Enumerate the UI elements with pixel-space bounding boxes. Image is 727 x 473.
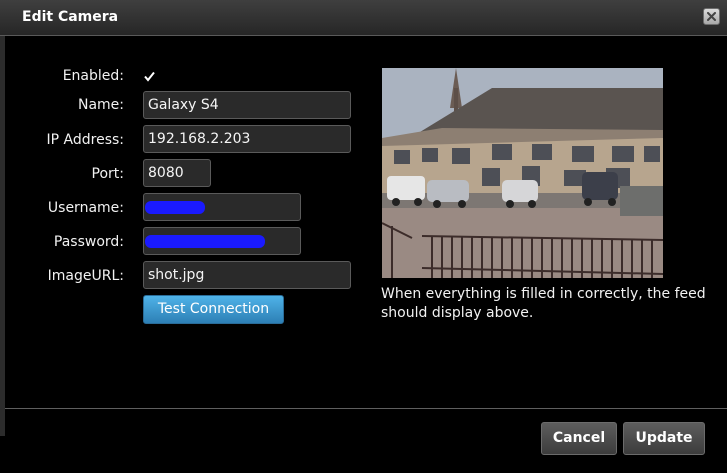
close-icon [707, 12, 716, 21]
camera-preview-image [382, 68, 663, 278]
username-redaction [145, 201, 205, 214]
preview-caption: When everything is filled in correctly, … [381, 286, 706, 321]
test-connection-button[interactable]: Test Connection [143, 295, 284, 324]
close-button[interactable] [703, 8, 720, 25]
ip-address-input[interactable]: 192.168.2.203 [143, 125, 351, 153]
dialog-titlebar: Edit Camera [0, 0, 727, 36]
port-input[interactable]: 8080 [143, 159, 211, 187]
footer-separator [5, 408, 727, 409]
image-url-input[interactable]: shot.jpg [143, 261, 351, 289]
password-label: Password: [53, 234, 124, 250]
update-button[interactable]: Update [623, 422, 705, 455]
port-label: Port: [91, 166, 124, 182]
edit-camera-dialog: Edit Camera Enabled: Name: Galaxy S4 IP … [0, 0, 727, 473]
dialog-title: Edit Camera [22, 9, 119, 25]
name-input[interactable]: Galaxy S4 [143, 91, 351, 119]
password-redaction [145, 235, 265, 248]
cancel-button[interactable]: Cancel [541, 422, 617, 455]
username-label: Username: [47, 200, 124, 216]
ip-address-label: IP Address: [46, 132, 125, 148]
enabled-label: Enabled: [62, 68, 124, 84]
enabled-checkbox[interactable] [143, 70, 156, 83]
name-label: Name: [77, 97, 124, 113]
image-url-label: ImageURL: [47, 268, 124, 284]
dialog-left-border [0, 36, 5, 436]
street-scene-image [382, 68, 663, 278]
